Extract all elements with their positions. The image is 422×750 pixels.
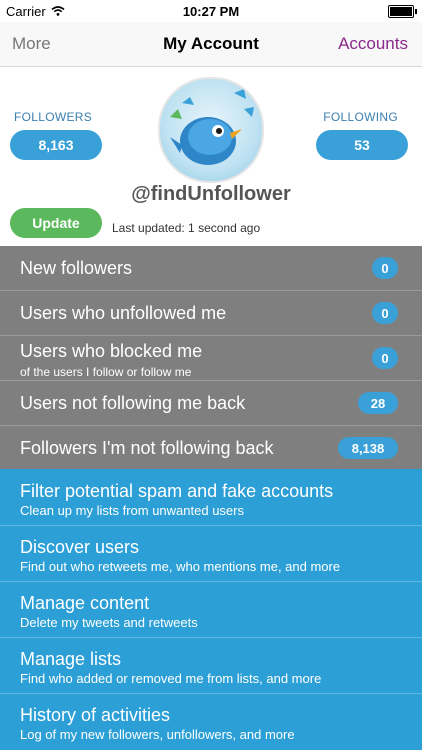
menu-title: Manage content xyxy=(20,593,150,613)
row-sublabel: of the users I follow or follow me xyxy=(20,365,192,379)
row-label: Users not following me back xyxy=(20,393,246,413)
row-blocked-me[interactable]: Users who blocked me of the users I foll… xyxy=(0,336,422,381)
row-not-following-followers[interactable]: Followers I'm not following back 8,138 xyxy=(0,426,422,470)
avatar xyxy=(158,77,264,183)
stats-list: New followers 0 Users who unfollowed me … xyxy=(0,246,422,469)
count-badge: 28 xyxy=(358,392,398,414)
row-label: Users who unfollowed me xyxy=(20,303,227,323)
followers-count[interactable]: 8,163 xyxy=(10,130,102,160)
nav-bar: More My Account Accounts xyxy=(0,22,422,67)
menu-title: Filter potential spam and fake accounts xyxy=(20,481,334,501)
username: @findUnfollower xyxy=(131,183,291,205)
menu-discover-users[interactable]: Discover users Find out who retweets me,… xyxy=(0,525,422,582)
following-count[interactable]: 53 xyxy=(316,130,408,160)
menu-description: Delete my tweets and retweets xyxy=(20,615,198,630)
update-button[interactable]: Update xyxy=(10,208,102,238)
row-unfollowed-me[interactable]: Users who unfollowed me 0 xyxy=(0,291,422,336)
menu-history[interactable]: History of activities Log of my new foll… xyxy=(0,693,422,749)
menu-title: History of activities xyxy=(20,705,171,725)
menu-manage-content[interactable]: Manage content Delete my tweets and retw… xyxy=(0,581,422,638)
row-not-following-back[interactable]: Users not following me back 28 xyxy=(0,381,422,426)
bird-avatar-icon xyxy=(170,89,254,165)
row-new-followers[interactable]: New followers 0 xyxy=(0,246,422,291)
following-label: FOLLOWING xyxy=(323,110,398,124)
menu-description: Find out who retweets me, who mentions m… xyxy=(20,559,341,574)
profile-header: FOLLOWERS 8,163 FOLLOWING 53 @findUnfoll… xyxy=(0,67,422,245)
feature-menu: Filter potential spam and fake accounts … xyxy=(0,469,422,750)
battery-icon xyxy=(388,5,417,18)
menu-title: Discover users xyxy=(20,537,140,557)
count-badge: 0 xyxy=(372,257,398,279)
count-badge: 8,138 xyxy=(338,437,398,459)
status-time: 10:27 PM xyxy=(182,4,240,19)
menu-description: Clean up my lists from unwanted users xyxy=(20,503,244,518)
accounts-button[interactable]: Accounts xyxy=(338,34,408,54)
followers-label: FOLLOWERS xyxy=(14,110,93,124)
row-label: Users who blocked me xyxy=(20,341,203,361)
status-bar: Carrier 10:27 PM xyxy=(0,0,422,22)
row-label: Followers I'm not following back xyxy=(20,438,274,458)
last-updated-text: Last updated: 1 second ago xyxy=(112,221,261,235)
menu-title: Manage lists xyxy=(20,649,122,669)
menu-description: Find who added or removed me from lists,… xyxy=(20,671,322,686)
menu-manage-lists[interactable]: Manage lists Find who added or removed m… xyxy=(0,637,422,694)
menu-filter-spam[interactable]: Filter potential spam and fake accounts … xyxy=(0,469,422,526)
count-badge: 0 xyxy=(372,347,398,369)
row-label: New followers xyxy=(20,258,133,278)
count-badge: 0 xyxy=(372,302,398,324)
menu-description: Log of my new followers, unfollowers, an… xyxy=(20,727,295,742)
